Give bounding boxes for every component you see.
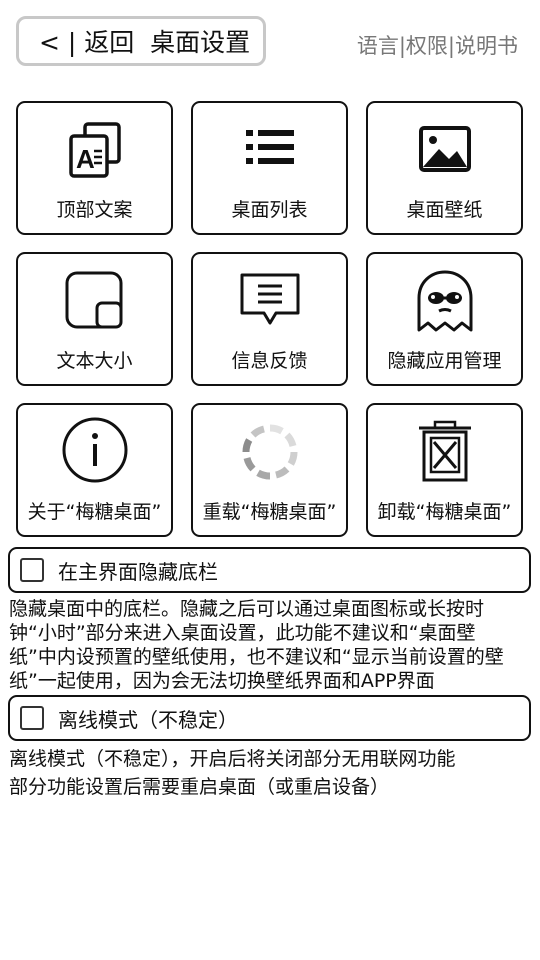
tile-desktop-list[interactable]: 桌面列表 — [191, 101, 348, 235]
tile-top-text[interactable]: A 顶部文案 — [16, 101, 173, 235]
offline-mode-option[interactable]: 离线模式（不稳定） — [8, 695, 531, 741]
loading-spinner-icon — [193, 419, 346, 485]
option-label: 在主界面隐藏底栏 — [58, 559, 218, 584]
tile-label: 重载“梅糖桌面” — [202, 501, 337, 523]
tile-hidden-apps[interactable]: 隐藏应用管理 — [366, 252, 523, 386]
list-icon — [193, 117, 346, 183]
hide-bottom-bar-description: 隐藏桌面中的底栏。隐藏之后可以通过桌面图标或长按时 钟“小时”部分来进入桌面设置… — [9, 597, 534, 693]
text-card-icon: A — [18, 117, 171, 183]
info-icon — [18, 417, 171, 483]
tile-label: 桌面列表 — [231, 199, 308, 221]
description-line: 离线模式（不稳定），开启后将关闭部分无用联网功能 — [9, 748, 456, 770]
message-icon — [193, 268, 346, 334]
description-line: 隐藏桌面中的底栏。隐藏之后可以通过桌面图标或长按时 — [9, 598, 485, 620]
description-line: 部分功能设置后需要重启桌面（或重启设备） — [9, 776, 390, 798]
tile-text-size[interactable]: 文本大小 — [16, 252, 173, 386]
ghost-icon — [368, 268, 521, 334]
tile-about[interactable]: 关于“梅糖桌面” — [16, 403, 173, 537]
tile-label: 卸载“梅糖桌面” — [377, 501, 512, 523]
tile-label: 信息反馈 — [231, 350, 308, 372]
offline-mode-checkbox[interactable] — [20, 706, 44, 730]
back-button[interactable]: < | 返回 桌面设置 — [16, 16, 266, 66]
tile-feedback[interactable]: 信息反馈 — [191, 252, 348, 386]
hide-bottom-bar-option[interactable]: 在主界面隐藏底栏 — [8, 547, 531, 593]
svg-text:A: A — [76, 144, 95, 174]
tile-label: 桌面壁纸 — [406, 199, 483, 221]
tile-label: 关于“梅糖桌面” — [27, 501, 162, 523]
hide-bottom-bar-checkbox[interactable] — [20, 558, 44, 582]
image-icon — [368, 117, 521, 183]
tile-label: 文本大小 — [56, 350, 133, 372]
tile-reload[interactable]: 重载“梅糖桌面” — [191, 403, 348, 537]
offline-mode-description: 离线模式（不稳定），开启后将关闭部分无用联网功能 部分功能设置后需要重启桌面（或… — [9, 745, 534, 801]
tile-label: 隐藏应用管理 — [387, 350, 502, 372]
description-line: 纸”中内设预置的壁纸使用，也不建议和“显示当前设置的壁 — [9, 646, 504, 668]
tile-wallpaper[interactable]: 桌面壁纸 — [366, 101, 523, 235]
trash-icon — [368, 419, 521, 485]
header-links[interactable]: 语言|权限|说明书 — [357, 30, 518, 60]
tile-label: 顶部文案 — [56, 199, 133, 221]
description-line: 钟“小时”部分来进入桌面设置，此功能不建议和“桌面壁 — [9, 622, 476, 644]
tile-uninstall[interactable]: 卸载“梅糖桌面” — [366, 403, 523, 537]
description-line: 纸”一起使用，因为会无法切换壁纸界面和APP界面 — [9, 670, 435, 692]
text-size-icon — [18, 268, 171, 334]
option-label: 离线模式（不稳定） — [58, 707, 238, 732]
